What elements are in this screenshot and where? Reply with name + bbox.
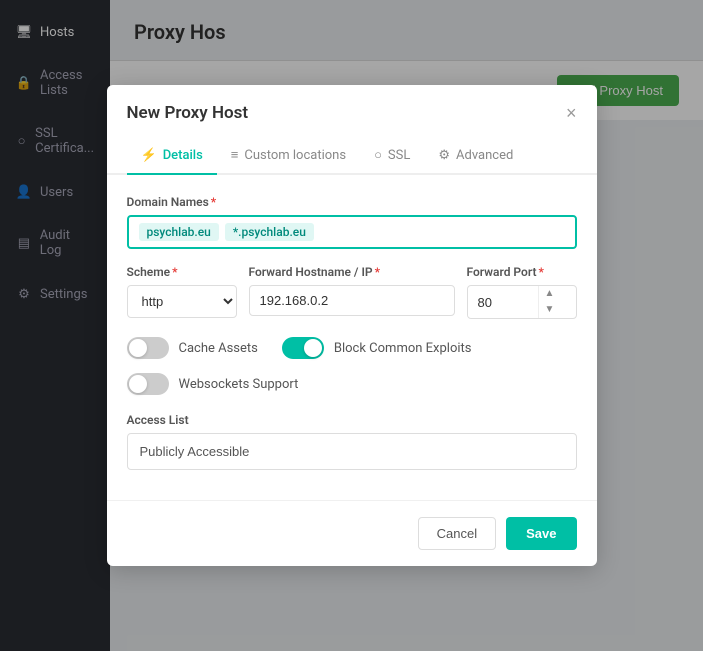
tab-custom-locations-label: Custom locations xyxy=(244,148,346,163)
block-exploits-toggle[interactable] xyxy=(282,337,324,359)
port-decrement-button[interactable]: ▼ xyxy=(539,302,561,318)
domain-names-label: Domain Names* xyxy=(127,195,577,209)
cache-assets-toggle-item: Cache Assets xyxy=(127,337,258,359)
hostname-group: Forward Hostname / IP* xyxy=(249,265,455,319)
modal-title: New Proxy Host xyxy=(127,103,249,123)
access-list-group: Access List Publicly Accessible xyxy=(127,413,577,470)
domain-names-group: Domain Names* psychlab.eu *.psychlab.eu xyxy=(127,195,577,249)
details-tab-icon: ⚡ xyxy=(141,148,157,163)
modal-tabs: ⚡ Details ≡ Custom locations ○ SSL ⚙ Adv… xyxy=(107,137,597,175)
domain-tag-1: psychlab.eu xyxy=(139,223,219,241)
domain-names-required: * xyxy=(211,195,216,209)
scheme-label: Scheme* xyxy=(127,265,237,279)
form-row-connection: Scheme* http https Forward Hostname / IP… xyxy=(127,265,577,319)
cache-assets-toggle[interactable] xyxy=(127,337,169,359)
access-list-select[interactable]: Publicly Accessible xyxy=(127,433,577,470)
tab-ssl-label: SSL xyxy=(388,148,410,163)
scheme-select[interactable]: http https xyxy=(127,285,237,318)
websockets-label: Websockets Support xyxy=(179,377,299,392)
domain-tag-2: *.psychlab.eu xyxy=(225,223,314,241)
tab-ssl[interactable]: ○ SSL xyxy=(360,137,424,175)
websockets-knob xyxy=(129,375,147,393)
tab-advanced[interactable]: ⚙ Advanced xyxy=(424,137,527,175)
port-group: Forward Port* ▲ ▼ xyxy=(467,265,577,319)
modal: New Proxy Host × ⚡ Details ≡ Custom loca… xyxy=(107,85,597,566)
scheme-group: Scheme* http https xyxy=(127,265,237,319)
access-list-wrapper: Publicly Accessible xyxy=(127,433,577,470)
custom-locations-tab-icon: ≡ xyxy=(231,147,239,163)
port-increment-button[interactable]: ▲ xyxy=(539,286,561,302)
advanced-tab-icon: ⚙ xyxy=(438,148,450,163)
modal-footer: Cancel Save xyxy=(107,500,597,566)
websockets-row: Websockets Support xyxy=(127,373,577,395)
port-label: Forward Port* xyxy=(467,265,577,279)
modal-body: Domain Names* psychlab.eu *.psychlab.eu … xyxy=(107,175,597,490)
modal-close-button[interactable]: × xyxy=(566,104,577,122)
port-spinners: ▲ ▼ xyxy=(538,286,561,318)
block-exploits-label: Block Common Exploits xyxy=(334,341,472,356)
tab-details[interactable]: ⚡ Details xyxy=(127,137,217,175)
port-input[interactable] xyxy=(468,288,538,317)
modal-header: New Proxy Host × xyxy=(107,85,597,123)
tab-custom-locations[interactable]: ≡ Custom locations xyxy=(217,137,360,175)
websockets-toggle[interactable] xyxy=(127,373,169,395)
cache-assets-knob xyxy=(129,339,147,357)
hostname-label: Forward Hostname / IP* xyxy=(249,265,455,279)
hostname-input[interactable] xyxy=(249,285,455,316)
modal-overlay: New Proxy Host × ⚡ Details ≡ Custom loca… xyxy=(0,0,703,651)
cache-assets-label: Cache Assets xyxy=(179,341,258,356)
port-wrapper: ▲ ▼ xyxy=(467,285,577,319)
domain-names-input-wrapper[interactable]: psychlab.eu *.psychlab.eu xyxy=(127,215,577,249)
cancel-button[interactable]: Cancel xyxy=(418,517,496,550)
domain-names-input[interactable] xyxy=(320,225,565,240)
block-exploits-toggle-item: Block Common Exploits xyxy=(282,337,472,359)
access-list-label: Access List xyxy=(127,413,577,427)
tab-details-label: Details xyxy=(163,148,203,163)
block-exploits-knob xyxy=(304,339,322,357)
save-button[interactable]: Save xyxy=(506,517,576,550)
toggle-row-options: Cache Assets Block Common Exploits xyxy=(127,337,577,359)
tab-advanced-label: Advanced xyxy=(456,148,513,163)
ssl-tab-icon: ○ xyxy=(374,147,382,163)
